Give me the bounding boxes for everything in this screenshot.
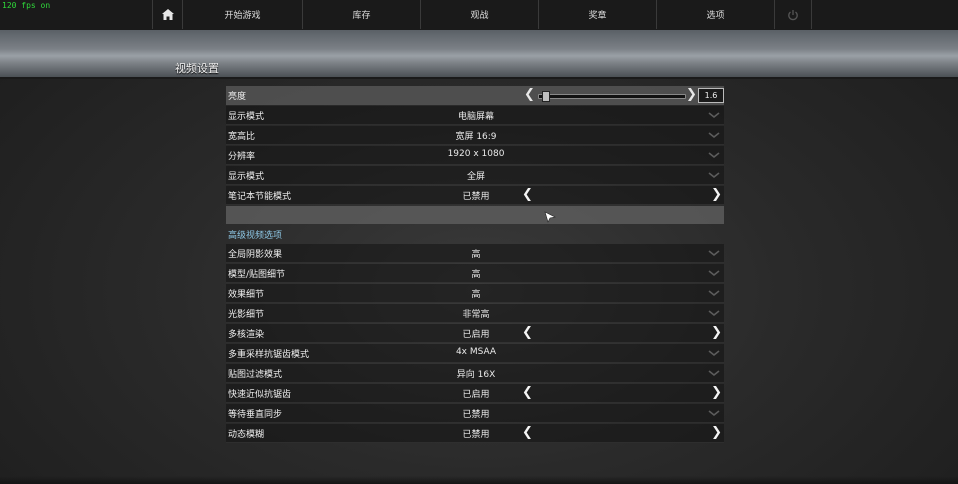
setting-label: 分辨率 [228, 152, 256, 162]
power-button[interactable] [774, 0, 812, 29]
brightness-value[interactable]: 1.6 [698, 88, 724, 103]
chevron-down-icon[interactable] [708, 307, 720, 319]
nav-play-label: 开始游戏 [224, 11, 261, 21]
setting-value[interactable]: 非常高 [329, 307, 623, 320]
setting-value[interactable]: 高 [329, 247, 623, 260]
setting-label: 贴图过滤模式 [228, 370, 283, 380]
chevron-right-icon[interactable]: ❯ [711, 187, 722, 203]
setting-label: 显示模式 [228, 172, 265, 182]
setting-label: 动态模糊 [228, 430, 265, 440]
setting-row[interactable]: 显示模式 电脑屏幕 [226, 106, 724, 125]
nav-watch[interactable]: 观战 [420, 0, 538, 29]
setting-label: 光影细节 [228, 310, 265, 320]
brightness-slider[interactable] [538, 94, 686, 99]
chevron-left-icon[interactable]: ❮ [522, 187, 533, 203]
setting-row[interactable]: 全局阴影效果 高 [226, 244, 724, 263]
setting-label: 显示模式 [228, 112, 265, 122]
chevron-down-icon[interactable] [708, 149, 720, 161]
setting-label: 多核渲染 [228, 330, 265, 340]
home-button[interactable] [152, 0, 183, 29]
setting-row[interactable]: 动态模糊 已禁用 ❮ ❯ [226, 424, 724, 443]
chevron-left-icon[interactable]: ❮ [522, 385, 533, 401]
setting-row[interactable]: 等待垂直同步 已禁用 [226, 404, 724, 423]
setting-row[interactable]: 模型/贴图细节 高 [226, 264, 724, 283]
slider-handle[interactable] [541, 91, 550, 102]
top-navigation: 开始游戏 库存 观战 奖章 选项 [0, 0, 958, 31]
nav-watch-label: 观战 [470, 11, 489, 21]
setting-value[interactable]: 异向 16X [329, 367, 623, 380]
advanced-section-title: 高级视频选项 [228, 231, 283, 241]
brightness-label: 亮度 [228, 92, 247, 102]
nav-options[interactable]: 选项 [656, 0, 774, 29]
chevron-right-icon[interactable]: ❯ [686, 87, 697, 103]
setting-label: 效果细节 [228, 290, 265, 300]
nav-awards[interactable]: 奖章 [538, 0, 656, 29]
chevron-down-icon[interactable] [708, 247, 720, 259]
chevron-left-icon[interactable]: ❮ [522, 425, 533, 441]
setting-value[interactable]: 4x MSAA [329, 347, 623, 357]
setting-row[interactable]: 光影细节 非常高 [226, 304, 724, 323]
chevron-down-icon[interactable] [708, 267, 720, 279]
chevron-down-icon[interactable] [708, 287, 720, 299]
chevron-right-icon[interactable]: ❯ [711, 425, 722, 441]
setting-row[interactable]: 分辨率 1920 x 1080 [226, 146, 724, 165]
nav-inventory[interactable]: 库存 [302, 0, 420, 29]
setting-label: 等待垂直同步 [228, 410, 283, 420]
advanced-section-header: 高级视频选项 [226, 225, 724, 243]
setting-label: 多重采样抗锯齿模式 [228, 350, 310, 360]
chevron-down-icon[interactable] [708, 169, 720, 181]
brightness-row[interactable]: 亮度 ❮ ❯ 1.6 [226, 86, 724, 105]
nav-play[interactable]: 开始游戏 [182, 0, 302, 29]
setting-label: 笔记本节能模式 [228, 192, 292, 202]
chevron-down-icon[interactable] [708, 129, 720, 141]
page-title: 视频设置 [175, 62, 219, 75]
chevron-right-icon[interactable]: ❯ [711, 385, 722, 401]
setting-row[interactable]: 效果细节 高 [226, 284, 724, 303]
home-icon [162, 9, 174, 20]
nav-options-label: 选项 [706, 11, 725, 21]
header-banner [0, 30, 958, 79]
setting-row[interactable]: 笔记本节能模式 已禁用 ❮ ❯ [226, 186, 724, 205]
setting-value[interactable]: 高 [329, 287, 623, 300]
setting-row[interactable]: 宽高比 宽屏 16:9 [226, 126, 724, 145]
setting-value[interactable]: 全屏 [329, 169, 623, 182]
setting-value[interactable]: 已禁用 [329, 427, 623, 440]
chevron-down-icon[interactable] [708, 407, 720, 419]
setting-label: 全局阴影效果 [228, 250, 283, 260]
settings-panel: 亮度 ❮ ❯ 1.6 显示模式 电脑屏幕宽高比 宽屏 16:9 分辨率 1920 x 1… [226, 86, 724, 444]
chevron-down-icon[interactable] [708, 367, 720, 379]
chevron-down-icon[interactable] [708, 347, 720, 359]
chevron-left-icon[interactable]: ❮ [522, 325, 533, 341]
fps-counter: 120 fps on [2, 1, 51, 10]
setting-row[interactable]: 贴图过滤模式 异向 16X [226, 364, 724, 383]
nav-inventory-label: 库存 [352, 11, 371, 21]
separator-bar [226, 206, 724, 224]
setting-row[interactable]: 显示模式 全屏 [226, 166, 724, 185]
setting-value[interactable]: 已启用 [329, 387, 623, 400]
setting-value[interactable]: 1920 x 1080 [329, 149, 623, 159]
setting-label: 宽高比 [228, 132, 256, 142]
setting-label: 模型/贴图细节 [228, 270, 286, 280]
setting-row[interactable]: 快速近似抗锯齿 已启用 ❮ ❯ [226, 384, 724, 403]
chevron-left-icon[interactable]: ❮ [524, 87, 535, 103]
setting-row[interactable]: 多核渲染 已启用 ❮ ❯ [226, 324, 724, 343]
mouse-cursor-icon [544, 211, 556, 223]
setting-value[interactable]: 宽屏 16:9 [329, 129, 623, 142]
chevron-right-icon[interactable]: ❯ [711, 325, 722, 341]
setting-label: 快速近似抗锯齿 [228, 390, 292, 400]
setting-value[interactable]: 已禁用 [329, 407, 623, 420]
setting-value[interactable]: 电脑屏幕 [329, 109, 623, 122]
power-icon [787, 9, 799, 21]
chevron-down-icon[interactable] [708, 109, 720, 121]
footer-fade [0, 476, 958, 484]
setting-row[interactable]: 多重采样抗锯齿模式 4x MSAA [226, 344, 724, 363]
setting-value[interactable]: 已禁用 [329, 189, 623, 202]
setting-value[interactable]: 已启用 [329, 327, 623, 340]
nav-awards-label: 奖章 [588, 11, 607, 21]
setting-value[interactable]: 高 [329, 267, 623, 280]
